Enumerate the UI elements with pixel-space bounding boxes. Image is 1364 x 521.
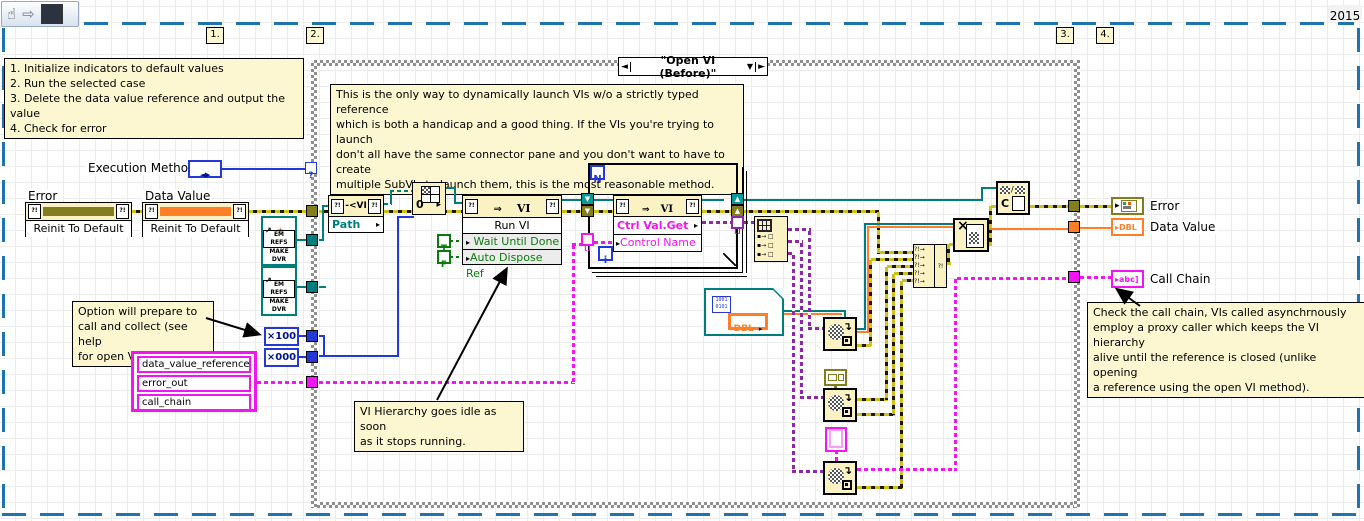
arrow-vi-hierarchy (437, 270, 506, 400)
comment-arrows (0, 0, 1364, 521)
arrow-option-prepare (206, 318, 258, 334)
arrow-call-chain (1118, 290, 1140, 306)
labview-block-diagram: ☝ ⇨ 2015 1. 2. 3. 4. ◄ "Open VI (Before)… (0, 0, 1364, 521)
